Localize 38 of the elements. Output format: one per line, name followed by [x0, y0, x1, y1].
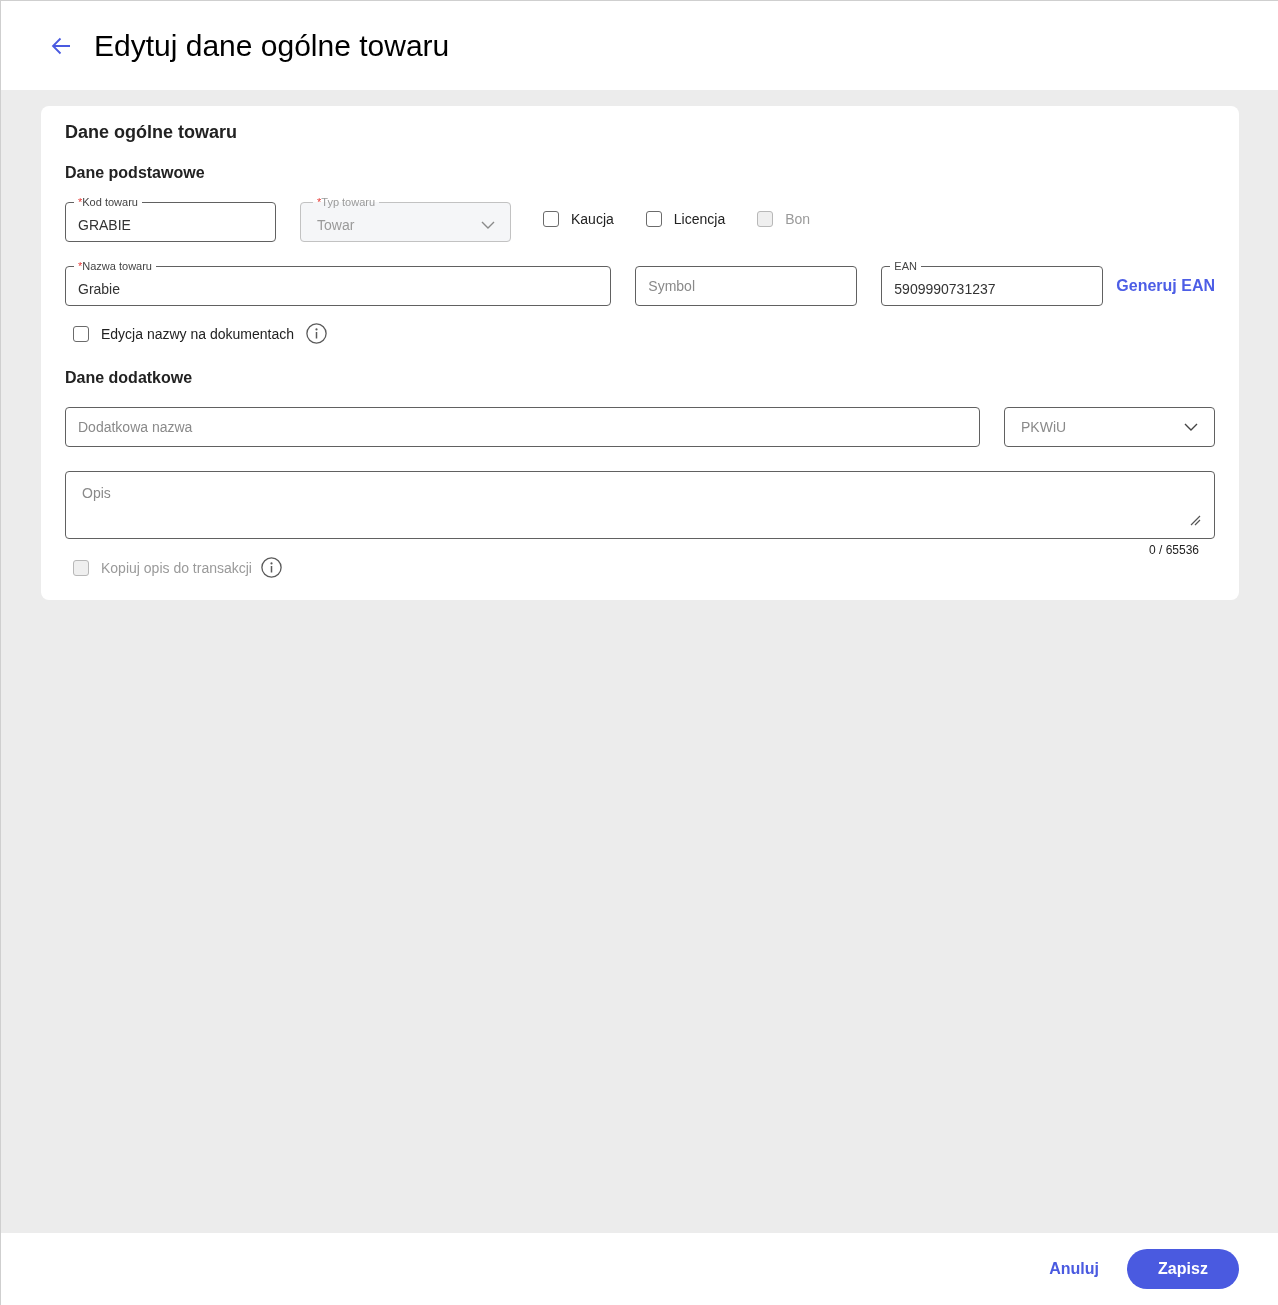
field-label: *Typ towaru: [316, 196, 377, 208]
checkbox[interactable]: [543, 211, 559, 227]
field-value: GRABIE: [78, 215, 131, 235]
section-heading: Dane dodatkowe: [65, 368, 194, 388]
field-label: EAN: [893, 260, 918, 272]
symbol-field[interactable]: Symbol: [635, 266, 858, 306]
save-button[interactable]: Zapisz: [1127, 1249, 1239, 1289]
checkbox-label: Edycja nazwy na dokumentach: [101, 324, 294, 344]
checkbox-label: Kaucja: [571, 210, 614, 229]
generate-ean-link[interactable]: Generuj EAN: [1116, 266, 1215, 306]
field-label: *Nazwa towaru: [77, 260, 153, 272]
info-icon[interactable]: [306, 323, 327, 344]
cancel-button[interactable]: Anuluj: [1041, 1249, 1107, 1289]
checkbox-label: Bon: [785, 210, 811, 229]
description-field[interactable]: Opis: [65, 471, 1215, 539]
select-value: Towar: [317, 215, 355, 235]
character-counter: 0 / 65536: [1148, 543, 1199, 557]
product-name-field[interactable]: *Nazwa towaru Grabie: [65, 260, 612, 306]
ean-field[interactable]: EAN 5909990731237: [881, 260, 1104, 306]
product-code-field[interactable]: *Kod towaru GRABIE: [65, 196, 276, 242]
extra-name-field[interactable]: Dodatkowa nazwa: [65, 407, 980, 447]
card-title: Dane ogólne towaru: [65, 121, 238, 144]
checkbox[interactable]: [645, 211, 662, 227]
field-value: Grabie: [78, 279, 121, 299]
checkbox-label: Kopiuj opis do transakcji: [101, 558, 252, 578]
field-label: *Kod towaru: [77, 196, 139, 208]
back-arrow-icon[interactable]: [51, 36, 71, 55]
field-value: 5909990731237: [894, 279, 996, 299]
section-heading: Dane podstawowe: [65, 163, 206, 183]
chevron-down-icon: [481, 220, 495, 229]
pkwiu-select[interactable]: PKWiU: [1004, 407, 1215, 447]
info-icon[interactable]: [261, 557, 282, 578]
checkbox[interactable]: [73, 325, 89, 342]
checkbox-label: Licencja: [673, 210, 726, 229]
page-title: Edytuj dane ogólne towaru: [94, 27, 450, 64]
select-placeholder: PKWiU: [1021, 418, 1067, 437]
resize-grip-icon[interactable]: [1190, 515, 1201, 526]
chevron-down-icon: [1184, 423, 1198, 431]
